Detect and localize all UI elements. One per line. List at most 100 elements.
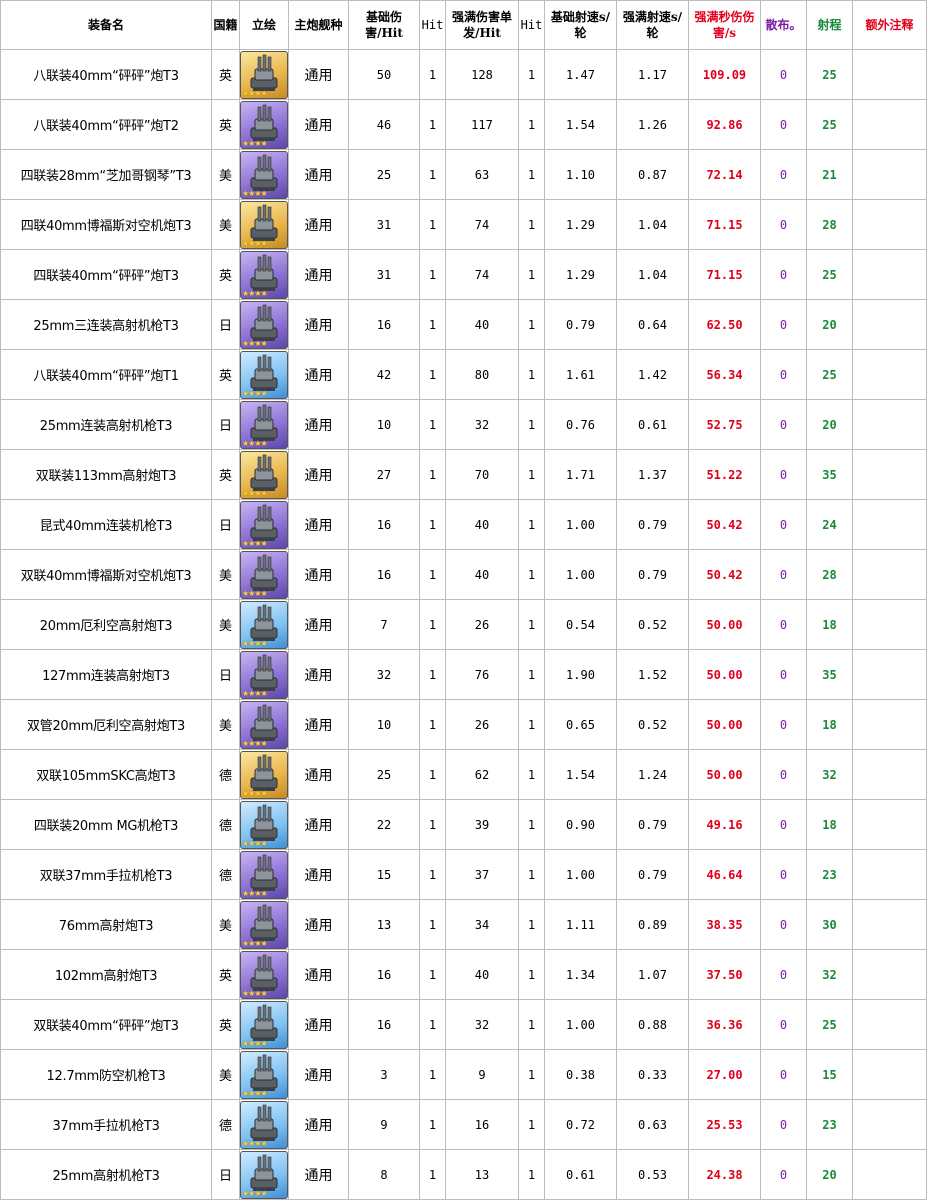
base-damage-cell: 27 [348,449,420,500]
spread-cell: 0 [760,99,807,150]
equipment-name: 双联装40mm“砰砰”炮T3 [0,999,212,1050]
base-rate-cell: 1.71 [544,449,617,500]
max-rate-cell: 1.24 [616,749,689,800]
note-cell [852,449,927,500]
base-damage-cell: 25 [348,149,420,200]
hit-count-cell: 1 [518,649,545,700]
range-cell: 18 [806,599,853,650]
note-cell [852,549,927,600]
dps-cell: 71.15 [688,199,761,250]
max-damage-cell: 70 [445,449,519,500]
equipment-name: 12.7mm防空机枪T3 [0,1049,212,1100]
table-row: 25mm连装高射机枪T3 日 ★★★★ 通用 10 1 32 1 0.76 0.… [0,399,927,450]
hit-count-cell: 1 [419,199,446,250]
ship-type-cell: 通用 [288,549,349,600]
equipment-art-cell: ★★★★ [239,199,289,250]
equipment-art-cell: ★★★★ [239,949,289,1000]
dps-cell: 38.35 [688,899,761,950]
max-damage-cell: 26 [445,599,519,650]
max-damage-cell: 80 [445,349,519,400]
equipment-thumbnail: ★★★★ [240,750,288,799]
rarity-stars: ★★★★ [242,1188,268,1198]
hit-count-cell: 1 [518,549,545,600]
max-rate-cell: 1.37 [616,449,689,500]
equipment-art-cell: ★★★★ [239,749,289,800]
table-row: 20mm厄利空高射炮T3 美 ★★★★ 通用 7 1 26 1 0.54 0.5… [0,599,927,650]
note-cell [852,799,927,850]
equipment-art-cell: ★★★★ [239,299,289,350]
rarity-stars: ★★★★ [242,238,268,248]
max-damage-cell: 32 [445,399,519,450]
base-rate-cell: 0.54 [544,599,617,650]
equipment-thumbnail: ★★★★ [240,1150,288,1199]
ship-type-cell: 通用 [288,899,349,950]
hit-count-cell: 1 [419,899,446,950]
max-rate-cell: 0.79 [616,549,689,600]
hit-count-cell: 1 [419,649,446,700]
equipment-art-cell: ★★★★ [239,249,289,300]
max-damage-cell: 40 [445,499,519,550]
table-row: 25mm三连装高射机枪T3 日 ★★★★ 通用 16 1 40 1 0.79 0… [0,299,927,350]
equipment-thumbnail: ★★★★ [240,700,288,749]
hit-count-cell: 1 [419,449,446,500]
rarity-stars: ★★★★ [242,638,268,648]
equipment-name: 双管20mm厄利空高射炮T3 [0,699,212,750]
table-row: 四联装20mm MG机枪T3 德 ★★★★ 通用 22 1 39 1 0.90 … [0,799,927,850]
base-damage-cell: 16 [348,499,420,550]
range-cell: 35 [806,449,853,500]
range-cell: 28 [806,549,853,600]
table-row: 25mm高射机枪T3 日 ★★★★ 通用 8 1 13 1 0.61 0.53 … [0,1149,927,1200]
base-rate-cell: 1.11 [544,899,617,950]
equipment-art-cell: ★★★★ [239,899,289,950]
max-rate-cell: 0.79 [616,849,689,900]
max-rate-cell: 0.52 [616,699,689,750]
equipment-name: 八联装40mm“砰砰”炮T1 [0,349,212,400]
header-range: 射程 [806,0,853,50]
nation-cell: 德 [211,1099,240,1150]
rarity-stars: ★★★★ [242,588,268,598]
table-row: 双联装40mm“砰砰”炮T3 英 ★★★★ 通用 16 1 32 1 1.00 … [0,999,927,1050]
ship-type-cell: 通用 [288,949,349,1000]
nation-cell: 英 [211,449,240,500]
equipment-thumbnail: ★★★★ [240,650,288,699]
hit-count-cell: 1 [518,1099,545,1150]
spread-cell: 0 [760,1049,807,1100]
note-cell [852,949,927,1000]
nation-cell: 英 [211,999,240,1050]
base-damage-cell: 10 [348,399,420,450]
base-rate-cell: 1.61 [544,349,617,400]
hit-count-cell: 1 [419,299,446,350]
max-damage-cell: 63 [445,149,519,200]
ship-type-cell: 通用 [288,99,349,150]
nation-cell: 英 [211,49,240,100]
nation-cell: 德 [211,849,240,900]
rarity-stars: ★★★★ [242,1138,268,1148]
dps-cell: 51.22 [688,449,761,500]
rarity-stars: ★★★★ [242,438,268,448]
base-rate-cell: 1.00 [544,849,617,900]
table-row: 双管20mm厄利空高射炮T3 美 ★★★★ 通用 10 1 26 1 0.65 … [0,699,927,750]
rarity-stars: ★★★★ [242,188,268,198]
nation-cell: 英 [211,349,240,400]
base-rate-cell: 0.65 [544,699,617,750]
table-row: 双联40mm博福斯对空机炮T3 美 ★★★★ 通用 16 1 40 1 1.00… [0,549,927,600]
equipment-thumbnail: ★★★★ [240,550,288,599]
hit-count-cell: 1 [518,399,545,450]
range-cell: 20 [806,1149,853,1200]
base-rate-cell: 1.34 [544,949,617,1000]
hit-count-cell: 1 [518,299,545,350]
table-row: 12.7mm防空机枪T3 美 ★★★★ 通用 3 1 9 1 0.38 0.33… [0,1049,927,1100]
equipment-art-cell: ★★★★ [239,499,289,550]
equipment-art-cell: ★★★★ [239,1049,289,1100]
nation-cell: 英 [211,99,240,150]
base-damage-cell: 16 [348,549,420,600]
header-note: 额外注释 [852,0,927,50]
equipment-art-cell: ★★★★ [239,849,289,900]
header-base-rate: 基础射速s/轮 [544,0,617,50]
hit-count-cell: 1 [419,749,446,800]
hit-count-cell: 1 [419,849,446,900]
base-rate-cell: 1.54 [544,749,617,800]
range-cell: 18 [806,699,853,750]
equipment-art-cell: ★★★★ [239,349,289,400]
base-rate-cell: 1.29 [544,199,617,250]
